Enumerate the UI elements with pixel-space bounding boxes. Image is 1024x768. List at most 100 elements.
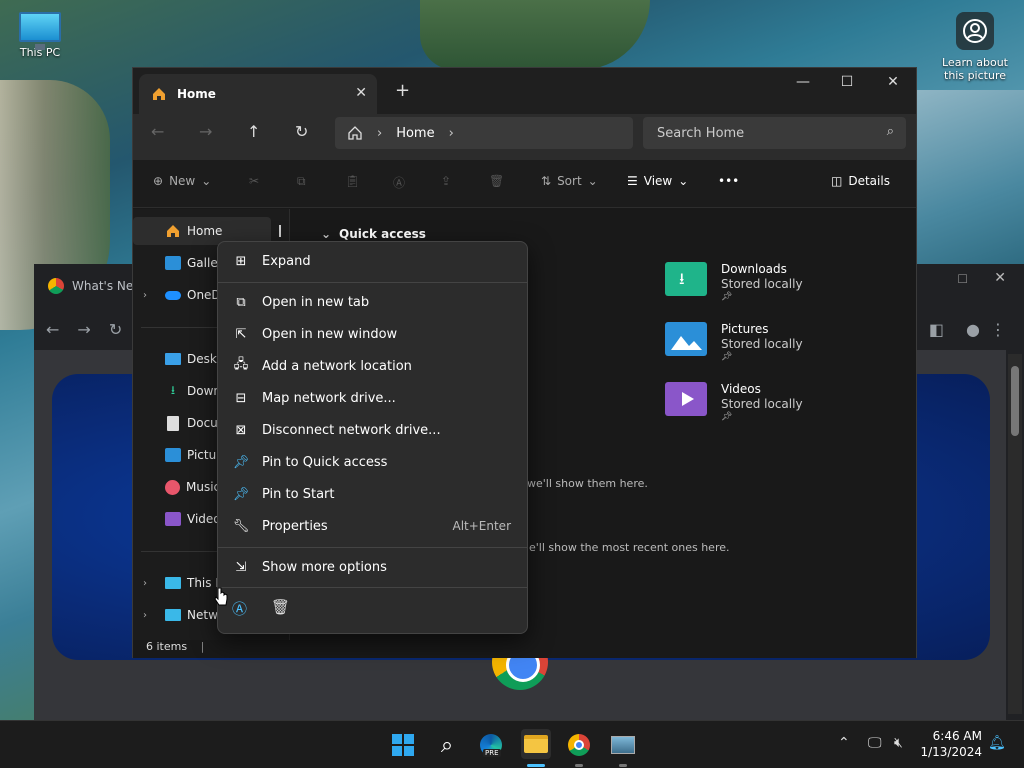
close-tab-icon[interactable]: ✕	[355, 85, 367, 101]
menu-item-label: Pin to Start	[262, 486, 335, 502]
menu-item-add-network-location[interactable]: 🖧︎ Add a network location	[224, 351, 521, 381]
home-icon	[167, 225, 179, 237]
share-icon[interactable]: ⇪	[441, 174, 451, 188]
menu-item-expand[interactable]: ⊞ Expand	[224, 246, 521, 276]
close-icon[interactable]: ✕	[994, 270, 1006, 286]
maximize-icon[interactable]: ☐	[824, 74, 870, 90]
menu-item-label: Map network drive...	[262, 390, 396, 406]
chevron-down-icon: ⌄	[678, 174, 689, 188]
menu-divider	[218, 282, 527, 283]
more-options-icon[interactable]: •••	[718, 174, 739, 188]
sidepanel-icon[interactable]: ◧	[929, 320, 944, 339]
forward-icon[interactable]: →	[77, 320, 90, 339]
favorites-empty-hint: we'll show them here.	[527, 477, 648, 490]
sidebar-item-label: Down	[187, 384, 222, 398]
menu-item-show-more-options[interactable]: ⇲ Show more options	[224, 552, 521, 582]
start-button[interactable]	[389, 731, 417, 759]
taskbar-edge[interactable]: PRE	[477, 731, 505, 759]
folder-icon	[524, 735, 548, 753]
network-icon[interactable]: 🖵︎	[868, 735, 882, 751]
new-tab-button[interactable]: +	[395, 80, 410, 101]
chevron-right-icon: ›	[377, 125, 383, 141]
paste-icon[interactable]: 📋︎	[345, 174, 360, 188]
details-button[interactable]: ◫ Details	[831, 174, 890, 188]
sort-icon: ⇅	[541, 174, 552, 188]
menu-item-label: Pin to Quick access	[262, 454, 388, 470]
edge-badge: PRE	[483, 749, 501, 757]
videos-folder-icon	[665, 382, 707, 416]
up-icon[interactable]: ↑	[247, 122, 260, 141]
folder-videos[interactable]: Videos Stored locally 📌︎	[665, 382, 803, 422]
address-bar[interactable]: › Home ›	[335, 117, 633, 149]
plus-circle-icon: ⊕	[153, 174, 164, 188]
back-icon[interactable]: ←	[46, 320, 59, 339]
chevron-right-icon[interactable]: ›	[143, 290, 147, 301]
new-button[interactable]: ⊕ New ⌄	[153, 174, 211, 188]
wallpaper-sea	[915, 90, 1024, 270]
search-input[interactable]: Search Home ⌕	[643, 117, 906, 149]
volume-muted-icon[interactable]: 🔇︎	[894, 735, 903, 751]
notification-bell-icon[interactable]: 🔔︎	[988, 735, 1006, 751]
search-button[interactable]: ⌕	[433, 731, 461, 759]
breadcrumb[interactable]: Home	[396, 126, 434, 141]
sidebar-item-label: Netw	[187, 608, 218, 622]
folder-downloads[interactable]: ⭳ Downloads Stored locally 📌︎	[665, 262, 803, 302]
minimize-icon[interactable]: —	[780, 74, 826, 90]
chevron-up-icon[interactable]: ⌃	[838, 735, 850, 751]
status-divider: |	[200, 640, 205, 653]
scroll-indicator	[279, 225, 281, 237]
chevron-right-icon[interactable]: ›	[143, 610, 147, 621]
pin-icon: 📌︎	[721, 412, 733, 422]
chrome-tab-title[interactable]: What's Ne	[72, 279, 133, 293]
taskbar-chrome[interactable]	[565, 731, 593, 759]
forward-icon[interactable]: →	[199, 122, 212, 141]
menu-item-pin-start[interactable]: 📌︎ Pin to Start	[224, 479, 521, 509]
context-menu: ⊞ Expand ⧉ Open in new tab ⇱ Open in new wi…	[217, 241, 528, 634]
taskbar-file-explorer[interactable]	[521, 729, 551, 759]
menu-item-properties[interactable]: 🔧︎ Properties Alt+Enter	[224, 511, 521, 541]
pin-icon: 📌︎	[721, 292, 733, 302]
title-bar: Home ✕ + — ☐ ✕	[133, 68, 916, 114]
folder-pictures[interactable]: Pictures Stored locally 📌︎	[665, 322, 803, 362]
pictures-folder-icon	[665, 322, 707, 356]
rename-icon[interactable]: Ⓐ	[232, 598, 247, 619]
gallery-icon	[165, 256, 181, 270]
menu-quick-actions: Ⓐ 🗑︎	[232, 598, 290, 619]
tab-home[interactable]: Home ✕	[139, 74, 377, 114]
menu-icon[interactable]: ⋮	[990, 320, 1006, 339]
sidebar-item-label: Home	[187, 224, 223, 238]
desktop-icon-learn[interactable]: Learn about this picture	[938, 12, 1012, 82]
quick-access-header[interactable]: ⌄ Quick access	[321, 227, 426, 241]
delete-icon[interactable]: 🗑︎	[271, 598, 290, 619]
sidebar-item-label: Music	[186, 480, 221, 494]
delete-icon[interactable]: 🗑︎	[489, 174, 504, 188]
menu-item-disconnect-drive[interactable]: ⊠ Disconnect network drive...	[224, 415, 521, 445]
back-icon[interactable]: ←	[151, 122, 164, 141]
running-indicator	[619, 764, 627, 767]
menu-item-open-new-tab[interactable]: ⧉ Open in new tab	[224, 287, 521, 317]
reload-icon[interactable]: ↻	[109, 320, 122, 339]
rename-icon[interactable]: Ⓐ	[393, 174, 405, 191]
close-icon[interactable]: ✕	[870, 74, 916, 90]
maximize-icon[interactable]: ☐	[957, 272, 968, 286]
windows-logo-icon	[392, 734, 414, 756]
sort-button[interactable]: ⇅ Sort ⌄	[541, 174, 598, 188]
cut-icon[interactable]: ✂	[249, 174, 259, 188]
profile-icon[interactable]: ●	[966, 320, 980, 339]
refresh-icon[interactable]: ↻	[295, 122, 308, 141]
chevron-right-icon[interactable]: ›	[143, 578, 147, 589]
new-label: New	[169, 174, 196, 188]
view-button[interactable]: ☰ View ⌄	[627, 174, 688, 188]
item-count: 6 items	[146, 640, 188, 653]
folder-status: Stored locally	[721, 277, 803, 291]
copy-icon[interactable]: ⧉	[297, 174, 306, 189]
menu-item-open-new-window[interactable]: ⇱ Open in new window	[224, 319, 521, 349]
scrollbar[interactable]	[1008, 354, 1022, 714]
desktop-icon-this-pc[interactable]: This PC	[14, 12, 66, 59]
scrollbar-thumb[interactable]	[1011, 366, 1019, 436]
network-icon	[165, 609, 181, 621]
clock[interactable]: 6:46 AM 1/13/2024	[920, 728, 982, 760]
menu-item-pin-quick-access[interactable]: 📌︎ Pin to Quick access	[224, 447, 521, 477]
menu-item-map-network-drive[interactable]: ⊟ Map network drive...	[224, 383, 521, 413]
taskbar-app[interactable]	[609, 731, 637, 759]
